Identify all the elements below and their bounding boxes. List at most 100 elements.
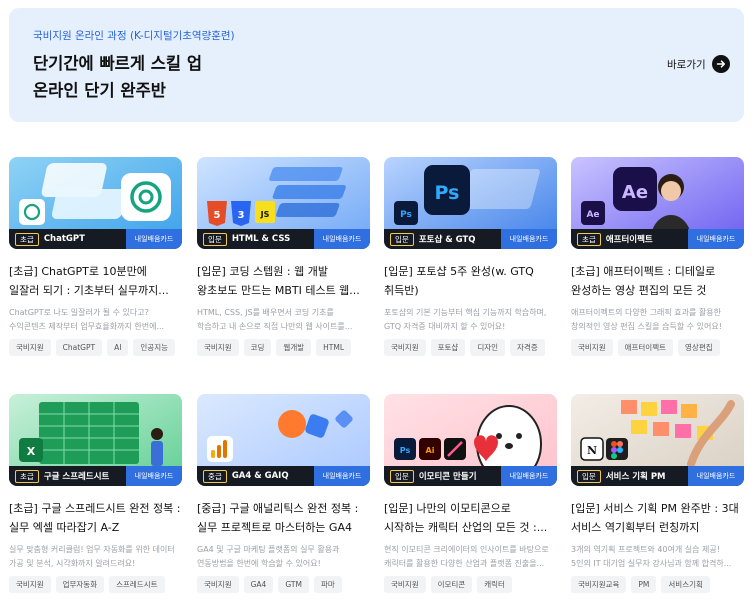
- tag[interactable]: 국비지원교육: [571, 576, 627, 593]
- tag[interactable]: 이모티콘: [430, 576, 473, 593]
- tag[interactable]: GA4: [243, 576, 274, 593]
- course-card-emoticon[interactable]: Ps Ai 입문 이모티콘 만들기 내일배움카드 [입문] 나만의 이모티콘으로…: [384, 394, 557, 594]
- level-chip: 초급: [15, 469, 39, 483]
- tag[interactable]: 자격증: [510, 339, 545, 356]
- tag[interactable]: GTM: [278, 576, 309, 593]
- course-thumbnail[interactable]: N 입문 서비스 기획 PM 내일배움카드: [571, 394, 744, 486]
- tag-list: 국비지원 포토샵 디자인 자격증: [384, 339, 545, 356]
- course-description: 현직 이모티콘 크리에이터의 인사이트를 바탕으로 캐릭터를 활용한 다양한 산…: [384, 543, 557, 571]
- course-card-spreadsheet[interactable]: X 초급 구글 스프레드시트 내일배움카드 [초급] 구글 스프레드시트 완전 …: [9, 394, 182, 594]
- course-desc-line1: HTML, CSS, JS를 배우면서 코딩 기초를: [197, 308, 334, 317]
- banner-subtitle: 국비지원 온라인 과정 (K-디지털기초역량훈련): [33, 30, 235, 42]
- tag[interactable]: 국비지원: [197, 339, 239, 356]
- card-badge: 내일배움카드: [126, 229, 182, 249]
- svg-text:Ae: Ae: [622, 182, 648, 203]
- course-card-chatgpt[interactable]: 초급 ChatGPT 내일배움카드 [초급] ChatGPT로 10분만에 일잘…: [9, 157, 182, 357]
- course-title[interactable]: [입문] 코딩 스텝원 : 웹 개발 왕초보도 만드는 MBTI 테스트 웹..…: [197, 262, 370, 300]
- course-title-line2: 완성하는 영상 편집의 모든 것: [571, 284, 707, 297]
- tag[interactable]: 애프터이펙트: [617, 339, 674, 356]
- tag-list: 국비지원 코딩 웹개발 HTML: [197, 339, 351, 356]
- tag[interactable]: PM: [631, 576, 657, 593]
- tag[interactable]: 국비지원: [197, 576, 239, 593]
- course-thumbnail[interactable]: Ae Ae 초급 애프터이펙트 내일배움카드: [571, 157, 744, 249]
- banner-title: 단기간에 빠르게 스킬 업 온라인 단기 완주반: [33, 50, 202, 104]
- course-desc-line2: 가공 및 분석, 시각화까지 알려드려요!: [9, 559, 136, 568]
- course-desc-line2: GTQ 자격증 대비까지 할 수 있어요!: [384, 322, 506, 331]
- course-desc-line1: GA4 및 구글 마케팅 플랫폼의 실무 활용과: [197, 545, 340, 554]
- course-description: 3개의 역기획 프로젝트와 40여개 실습 제공! 5인의 IT 대기업 실무자…: [571, 543, 744, 571]
- tag[interactable]: ChatGPT: [55, 339, 103, 356]
- tag[interactable]: HTML: [316, 339, 351, 356]
- tag[interactable]: 국비지원: [384, 339, 426, 356]
- course-title-line2: 실무 프로젝트로 마스터하는 GA4: [197, 521, 352, 534]
- course-title[interactable]: [입문] 서비스 기획 PM 완주반 : 3대 서비스 역기획부터 런칭까지: [571, 499, 744, 537]
- tag[interactable]: 디자인: [470, 339, 506, 356]
- notion-icon: [581, 438, 603, 460]
- level-chip: 입문: [577, 469, 601, 483]
- course-description: ChatGPT로 나도 일잘러가 될 수 있다고? 수익콘텐츠 제작부터 업무효…: [9, 306, 182, 334]
- course-title[interactable]: [초급] 구글 스프레드시트 완전 정복 : 실무 엑셀 따라잡기 A-Z: [9, 499, 182, 537]
- tag[interactable]: AI: [107, 339, 129, 356]
- course-description: 애프터이펙트의 다양한 그래픽 효과를 활용한 창의적인 영상 편집 스킬을 습…: [571, 306, 744, 334]
- tag[interactable]: 파마: [313, 576, 342, 593]
- figma-icon: [606, 438, 628, 460]
- course-card-ga4[interactable]: 중급 GA4 & GAIQ 내일배움카드 [중급] 구글 애널리틱스 완전 정복…: [197, 394, 370, 594]
- card-badge: 내일배움카드: [688, 466, 744, 486]
- tag-list: 국비지원교육 PM 서비스기획: [571, 576, 710, 593]
- level-chip: 입문: [390, 469, 414, 483]
- course-thumbnail[interactable]: Ps Ps 입문 포토샵 & GTQ 내일배움카드: [384, 157, 557, 249]
- thumbnail-label: ChatGPT: [43, 234, 85, 244]
- course-thumbnail[interactable]: 5 3 JS 입문 HTML & CSS 내일배움카드: [197, 157, 370, 249]
- tag[interactable]: 국비지원: [571, 339, 613, 356]
- course-card-photoshop[interactable]: Ps Ps 입문 포토샵 & GTQ 내일배움카드 [입문] 포토샵 5주 완성…: [384, 157, 557, 357]
- course-title-line2: 왕초보도 만드는 MBTI 테스트 웹...: [197, 284, 360, 297]
- tag[interactable]: 국비지원: [9, 576, 51, 593]
- course-title[interactable]: [입문] 포토샵 5주 완성(w. GTQ 취득반): [384, 262, 557, 300]
- course-description: GA4 및 구글 마케팅 플랫폼의 실무 활용과 연동방법을 한번에 학습할 수…: [197, 543, 370, 571]
- course-desc-line2: 창의적인 영상 편집 스킬을 습득할 수 있어요!: [571, 322, 722, 331]
- tag[interactable]: 국비지원: [9, 339, 51, 356]
- tag[interactable]: 인공지능: [133, 339, 176, 356]
- course-card-html-css[interactable]: 5 3 JS 입문 HTML & CSS 내일배움카드 [입문] 코딩 스텝원 …: [197, 157, 370, 357]
- tag[interactable]: 캐릭터: [477, 576, 512, 593]
- course-title-line2: 시작하는 캐릭터 산업의 모든 것 :...: [384, 521, 548, 534]
- course-thumbnail[interactable]: Ps Ai 입문 이모티콘 만들기 내일배움카드: [384, 394, 557, 486]
- course-title[interactable]: [입문] 나만의 이모티콘으로 시작하는 캐릭터 산업의 모든 것 :...: [384, 499, 557, 537]
- tag[interactable]: 서비스기획: [661, 576, 710, 593]
- javascript-icon: [255, 201, 275, 223]
- tag-list: 국비지원 업무자동화 스프레드시트: [9, 576, 165, 593]
- course-card-pm[interactable]: N 입문 서비스 기획 PM 내일배움카드 [입문] 서비스 기획 PM 완주반…: [571, 394, 744, 594]
- course-card-after-effects[interactable]: Ae Ae 초급 애프터이펙트 내일배움카드 [초급] 애프터이펙트 : 디테일…: [571, 157, 744, 357]
- tag[interactable]: 영상편집: [678, 339, 720, 356]
- course-desc-line1: 포토샵의 기본 기능부터 핵심 기능까지 학습하며,: [384, 308, 547, 317]
- level-chip: 중급: [203, 469, 227, 483]
- tag[interactable]: 업무자동화: [55, 576, 105, 593]
- thumbnail-label: 애프터이펙트: [605, 235, 653, 245]
- tag[interactable]: 스프레드시트: [109, 576, 165, 593]
- course-thumbnail[interactable]: 초급 ChatGPT 내일배움카드: [9, 157, 182, 249]
- course-title-line1: [초급] 애프터이펙트 : 디테일로: [571, 265, 716, 278]
- promo-banner: 국비지원 온라인 과정 (K-디지털기초역량훈련) 단기간에 빠르게 스킬 업 …: [9, 8, 744, 122]
- tag[interactable]: 코딩: [243, 339, 272, 356]
- course-title[interactable]: [초급] 애프터이펙트 : 디테일로 완성하는 영상 편집의 모든 것: [571, 262, 744, 300]
- tag[interactable]: 포토샵: [430, 339, 466, 356]
- card-badge: 내일배움카드: [314, 229, 370, 249]
- tag[interactable]: 국비지원: [384, 576, 426, 593]
- course-thumbnail[interactable]: 중급 GA4 & GAIQ 내일배움카드: [197, 394, 370, 486]
- level-chip: 초급: [577, 232, 601, 246]
- course-thumbnail[interactable]: X 초급 구글 스프레드시트 내일배움카드: [9, 394, 182, 486]
- course-desc-line2: 캐릭터를 활용한 다양한 산업과 플랫폼 진출을...: [384, 559, 545, 568]
- card-badge: 내일배움카드: [501, 229, 557, 249]
- go-link[interactable]: 바로가기: [667, 55, 730, 73]
- course-title[interactable]: [초급] ChatGPT로 10분만에 일잘러 되기 : 기초부터 실무까지..…: [9, 262, 182, 300]
- photoshop-icon: [394, 201, 418, 225]
- tag[interactable]: 웹개발: [276, 339, 312, 356]
- course-desc-line2: 학습하고 내 손으로 직접 나만의 웹 사이트를...: [197, 322, 353, 331]
- tag-list: 국비지원 ChatGPT AI 인공지능: [9, 339, 176, 356]
- level-chip: 초급: [15, 232, 39, 246]
- arrow-right-icon: [711, 55, 730, 73]
- excel-icon: [19, 438, 43, 462]
- chatgpt-icon: [19, 199, 45, 225]
- course-description: HTML, CSS, JS를 배우면서 코딩 기초를 학습하고 내 손으로 직접…: [197, 306, 370, 334]
- course-title[interactable]: [중급] 구글 애널리틱스 완전 정복 : 실무 프로젝트로 마스터하는 GA4: [197, 499, 370, 537]
